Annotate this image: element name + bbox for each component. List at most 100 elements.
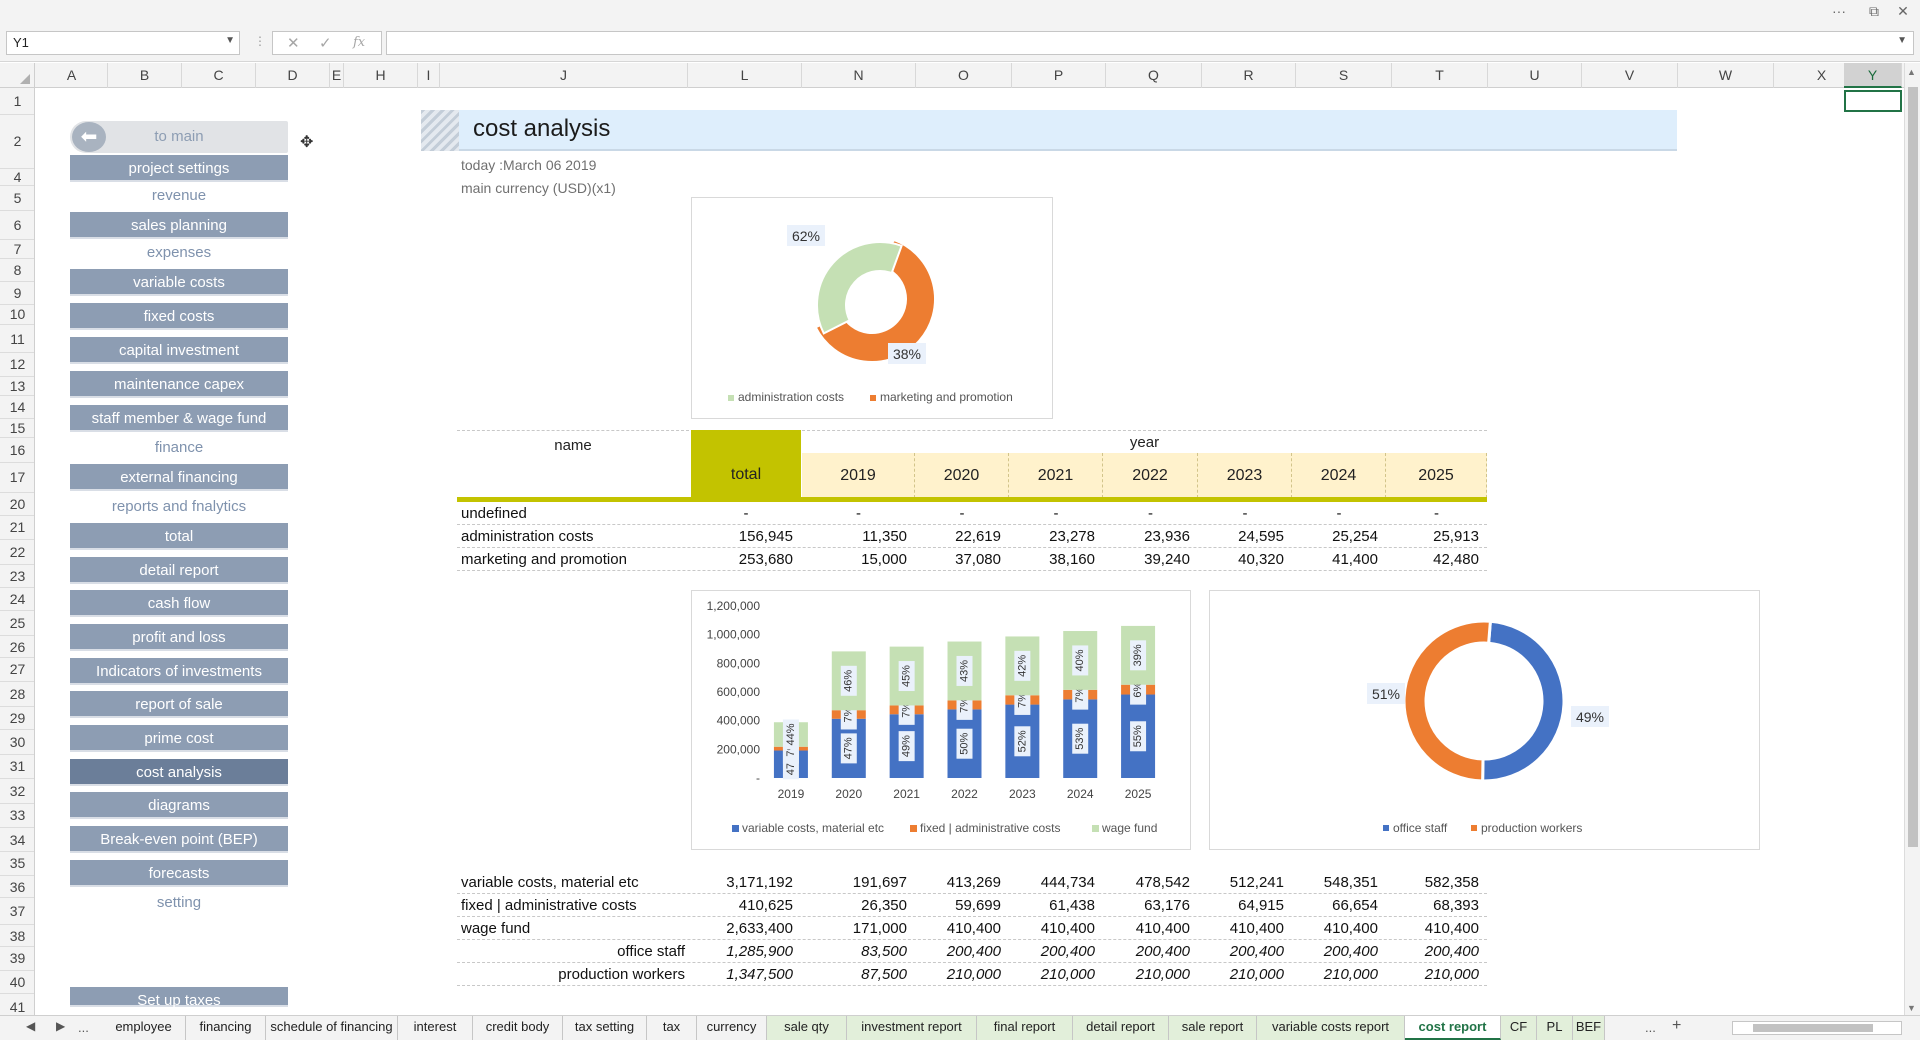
- sheet-tab-tax[interactable]: tax: [647, 1016, 697, 1040]
- indicators-button[interactable]: Indicators of investments: [70, 658, 288, 685]
- row-header-26[interactable]: 26: [0, 636, 34, 659]
- selected-cell[interactable]: [1844, 90, 1902, 112]
- detail-report-button[interactable]: detail report: [70, 557, 288, 584]
- row-header-27[interactable]: 27: [0, 658, 34, 682]
- fixed-costs-button[interactable]: fixed costs: [70, 303, 288, 330]
- close-window-icon[interactable]: ✕: [1890, 2, 1916, 20]
- tabs-ellipsis[interactable]: ...: [78, 1020, 89, 1035]
- pie-chart-staff[interactable]: 49% 51% office staff production workers: [1209, 590, 1760, 850]
- column-header-b[interactable]: B: [108, 63, 182, 88]
- prime-cost-button[interactable]: prime cost: [70, 725, 288, 752]
- staff-member-button[interactable]: staff member & wage fund: [70, 405, 288, 432]
- row-header-30[interactable]: 30: [0, 730, 34, 756]
- expand-formula-icon[interactable]: ▼: [1897, 35, 1907, 46]
- row-header-17[interactable]: 17: [0, 463, 34, 493]
- row-header-12[interactable]: 12: [0, 353, 34, 377]
- variable-costs-button[interactable]: variable costs: [70, 269, 288, 296]
- external-financing-button[interactable]: external financing: [70, 464, 288, 491]
- stacked-bar-chart[interactable]: - 200,000 400,000 600,000 800,000 1,000,000 1,…: [691, 590, 1191, 850]
- row-header-23[interactable]: 23: [0, 565, 34, 589]
- row-header-1[interactable]: 1: [0, 88, 34, 116]
- profit-and-loss-button[interactable]: profit and loss: [70, 624, 288, 651]
- column-header-i[interactable]: I: [418, 63, 440, 88]
- sheet-tab-detail-report[interactable]: detail report: [1073, 1016, 1169, 1040]
- column-header-p[interactable]: P: [1012, 63, 1106, 88]
- row-header-13[interactable]: 13: [0, 377, 34, 396]
- row-header-5[interactable]: 5: [0, 186, 34, 212]
- column-header-l[interactable]: L: [688, 63, 802, 88]
- maintenance-capex-button[interactable]: maintenance capex: [70, 371, 288, 398]
- row-header-39[interactable]: 39: [0, 947, 34, 971]
- bep-button[interactable]: Break-even point (BEP): [70, 826, 288, 853]
- row-header-40[interactable]: 40: [0, 971, 34, 995]
- forecasts-button[interactable]: forecasts: [70, 860, 288, 887]
- column-header-v[interactable]: V: [1582, 63, 1678, 88]
- column-header-e[interactable]: E: [330, 63, 344, 88]
- horizontal-scrollbar[interactable]: [1732, 1021, 1902, 1035]
- insert-function-icon[interactable]: fx: [353, 35, 365, 50]
- column-header-u[interactable]: U: [1488, 63, 1582, 88]
- name-box[interactable]: Y1 ▼: [6, 31, 240, 55]
- sheet-tab-financing[interactable]: financing: [186, 1016, 266, 1040]
- sheet-tab-sale-qty[interactable]: sale qty: [767, 1016, 847, 1040]
- row-header-11[interactable]: 11: [0, 325, 34, 354]
- column-header-s[interactable]: S: [1296, 63, 1392, 88]
- sheet-tab-tax-setting[interactable]: tax setting: [563, 1016, 647, 1040]
- sheet-tab-cost-report[interactable]: cost report: [1405, 1016, 1501, 1040]
- sheet-tab-sale-report[interactable]: sale report: [1169, 1016, 1257, 1040]
- tab-scroll-right-icon[interactable]: ▶: [56, 1019, 65, 1033]
- to-main-button[interactable]: ⬅ to main: [70, 121, 288, 153]
- pie-chart-admin-marketing[interactable]: 38% 62% administration costs marketing and …: [691, 197, 1053, 419]
- chevron-down-icon[interactable]: ▼: [225, 35, 235, 46]
- row-header-9[interactable]: 9: [0, 282, 34, 305]
- row-header-8[interactable]: 8: [0, 259, 34, 283]
- vertical-scrollbar[interactable]: ▲ ▼: [1904, 63, 1920, 1015]
- vertical-scroll-thumb[interactable]: [1908, 87, 1918, 847]
- sheet-tab-cf[interactable]: CF: [1501, 1016, 1537, 1040]
- scroll-down-icon[interactable]: ▼: [1907, 1003, 1916, 1013]
- pie-slice-office-staff[interactable]: [1481, 619, 1566, 783]
- tab-scroll-left-icon[interactable]: ◀: [26, 1019, 35, 1033]
- sheet-tab-final-report[interactable]: final report: [977, 1016, 1073, 1040]
- sheet-tab-currency[interactable]: currency: [697, 1016, 767, 1040]
- sheet-tab-pl[interactable]: PL: [1537, 1016, 1573, 1040]
- cash-flow-button[interactable]: cash flow: [70, 590, 288, 617]
- row-header-10[interactable]: 10: [0, 305, 34, 325]
- sheet-tab-employee[interactable]: employee: [102, 1016, 186, 1040]
- sheet-tab-credit-body[interactable]: credit body: [473, 1016, 563, 1040]
- report-of-sale-button[interactable]: report of sale: [70, 691, 288, 718]
- row-header-31[interactable]: 31: [0, 755, 34, 779]
- row-header-6[interactable]: 6: [0, 211, 34, 240]
- sheet-tab-schedule-of-financing[interactable]: schedule of financing: [266, 1016, 398, 1040]
- row-header-15[interactable]: 15: [0, 419, 34, 438]
- column-header-y[interactable]: Y: [1844, 63, 1902, 88]
- tabs-more[interactable]: ...: [1645, 1020, 1656, 1035]
- column-header-d[interactable]: D: [256, 63, 330, 88]
- row-header-24[interactable]: 24: [0, 588, 34, 611]
- row-header-14[interactable]: 14: [0, 396, 34, 420]
- column-header-n[interactable]: N: [802, 63, 916, 88]
- row-header-29[interactable]: 29: [0, 707, 34, 731]
- column-header-w[interactable]: W: [1678, 63, 1774, 88]
- enter-icon[interactable]: ✓: [319, 34, 332, 52]
- add-sheet-icon[interactable]: +: [1672, 1017, 1681, 1035]
- row-header-32[interactable]: 32: [0, 779, 34, 804]
- total-button[interactable]: total: [70, 523, 288, 550]
- row-header-21[interactable]: 21: [0, 516, 34, 540]
- row-header-28[interactable]: 28: [0, 682, 34, 707]
- column-header-r[interactable]: R: [1202, 63, 1296, 88]
- cancel-icon[interactable]: ✕: [287, 34, 300, 52]
- column-header-t[interactable]: T: [1392, 63, 1488, 88]
- worksheet[interactable]: ⬅ to main ✥ project settings revenue sal…: [36, 88, 1902, 1015]
- row-header-22[interactable]: 22: [0, 540, 34, 565]
- row-header-35[interactable]: 35: [0, 852, 34, 877]
- column-header-h[interactable]: H: [344, 63, 418, 88]
- select-all-corner[interactable]: [0, 63, 35, 88]
- sheet-tab-investment-report[interactable]: investment report: [847, 1016, 977, 1040]
- row-header-4[interactable]: 4: [0, 169, 34, 187]
- row-header-38[interactable]: 38: [0, 925, 34, 948]
- pie-slice-production-workers[interactable]: [1402, 619, 1493, 783]
- row-header-25[interactable]: 25: [0, 611, 34, 636]
- column-header-j[interactable]: J: [440, 63, 688, 88]
- column-header-c[interactable]: C: [182, 63, 256, 88]
